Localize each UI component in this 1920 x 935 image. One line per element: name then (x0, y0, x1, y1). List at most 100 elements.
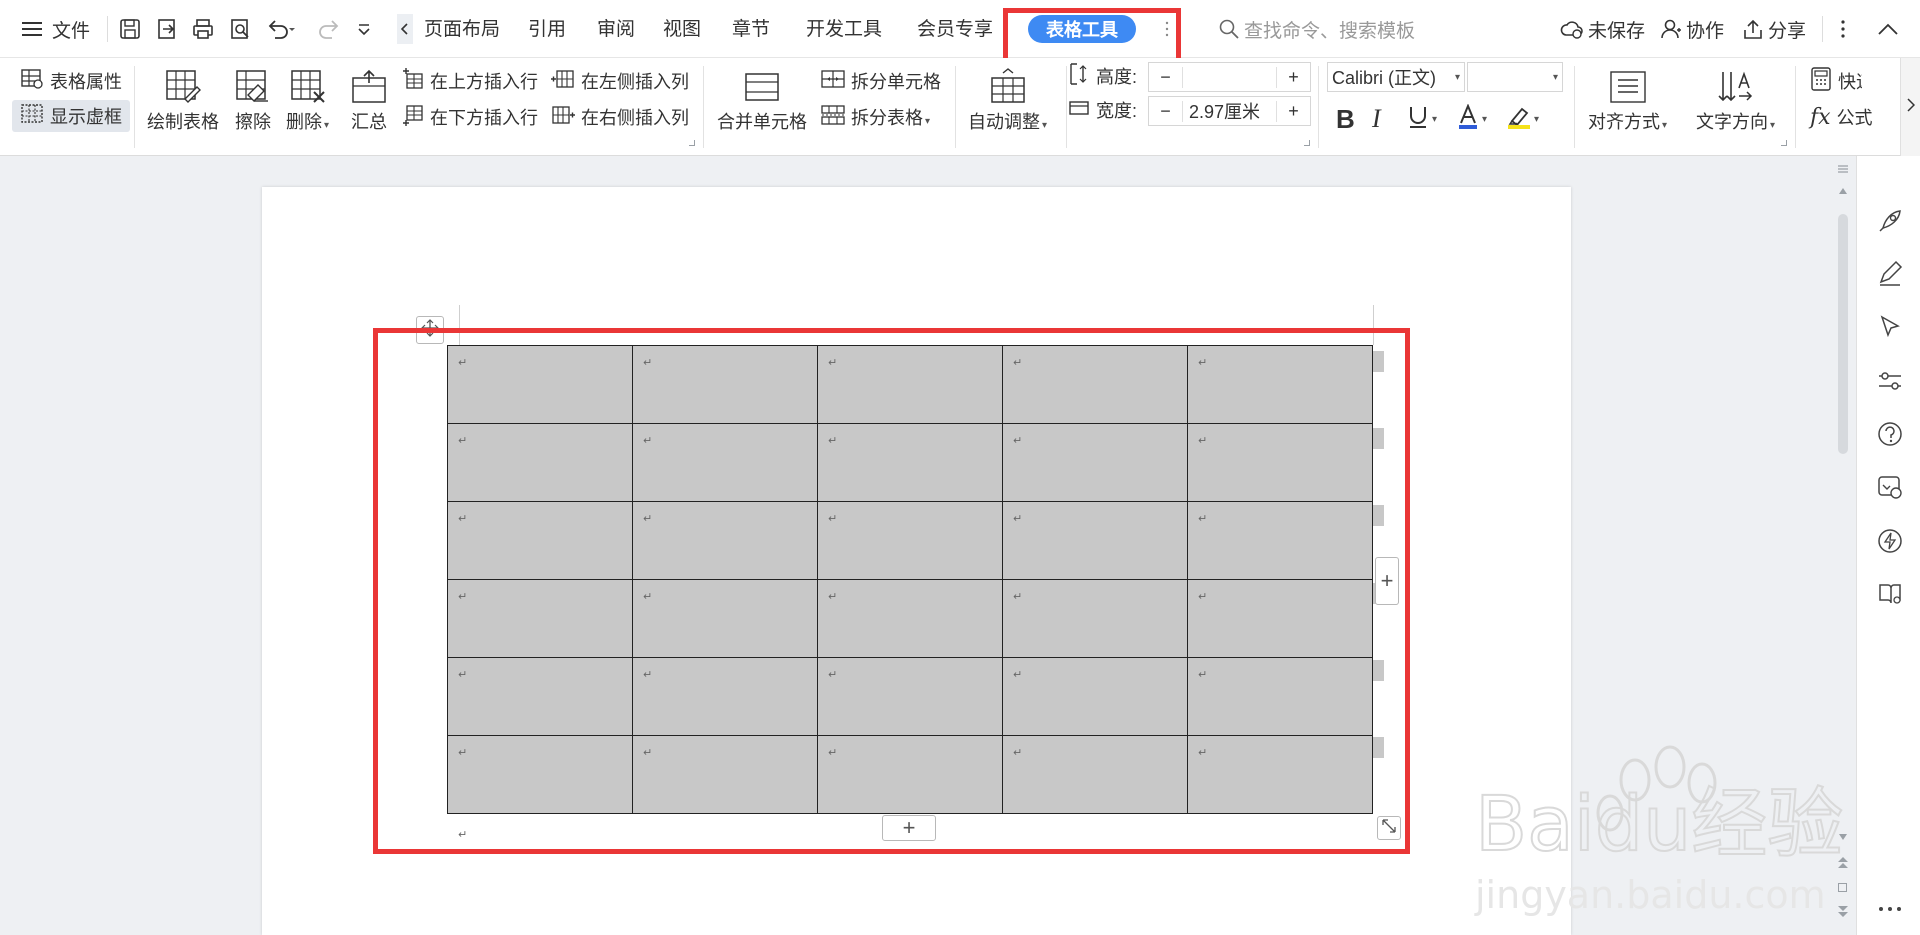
lightning-icon[interactable] (1877, 528, 1903, 554)
tab-developer[interactable]: 开发工具 (806, 14, 882, 41)
delete-button[interactable]: 删除 ▾ (286, 64, 329, 134)
font-color-button[interactable]: ▾ (1456, 102, 1487, 136)
split-table-button[interactable]: 拆分表格 ▾ (821, 102, 930, 132)
bold-button[interactable]: B (1336, 102, 1355, 136)
table-cell[interactable]: ↵ (1187, 501, 1373, 580)
text-direction-button[interactable]: 文字方向 ▾ (1696, 64, 1775, 134)
document-table[interactable]: ↵ ↵ ↵ ↵ ↵ ↵ ↵ ↵ ↵ ↵ ↵ ↵ ↵ ↵ ↵ ↵ ↵ ↵ ↵ ↵ ↵ ↵ ↵ ↵ ↵ ↵ ↵ ↵ ↵ ↵ (447, 345, 1373, 814)
split-cells-button[interactable]: 拆分单元格 (821, 66, 941, 96)
vertical-scrollbar[interactable] (1830, 156, 1856, 935)
table-cell[interactable]: ↵ (1187, 579, 1373, 658)
table-cell[interactable]: ↵ (632, 735, 818, 814)
font-size-select[interactable]: ▾ (1467, 62, 1563, 92)
scroll-thumb[interactable] (1838, 214, 1848, 454)
next-page-icon[interactable] (1837, 904, 1849, 923)
search-box[interactable]: 查找命令、搜索模板 (1218, 11, 1415, 47)
scroll-top-icon[interactable] (1837, 162, 1849, 180)
table-cell[interactable]: ↵ (1002, 657, 1188, 736)
collapse-ribbon-button[interactable] (1877, 11, 1899, 47)
italic-button[interactable]: I (1372, 102, 1381, 136)
export-button[interactable] (155, 11, 179, 47)
table-cell[interactable]: ↵ (817, 423, 1003, 502)
unsaved-button[interactable]: 未保存 (1560, 11, 1645, 47)
select-browse-object-icon[interactable] (1838, 883, 1847, 892)
rocket-icon[interactable] (1877, 208, 1903, 234)
tab-page-layout[interactable]: 页面布局 (424, 14, 500, 41)
table-cell[interactable]: ↵ (447, 735, 633, 814)
group-dialog-launcher[interactable] (689, 140, 695, 146)
table-cell[interactable]: ↵ (632, 423, 818, 502)
tab-member[interactable]: 会员专享 (917, 14, 993, 41)
quick-access-dropdown[interactable] (356, 11, 372, 47)
redo-button[interactable] (318, 11, 342, 47)
tab-references[interactable]: 引用 (528, 14, 566, 41)
table-cell[interactable]: ↵ (817, 657, 1003, 736)
table-cell[interactable]: ↵ (447, 423, 633, 502)
tabs-scroll-left-button[interactable] (397, 14, 413, 44)
table-cell[interactable]: ↵ (447, 657, 633, 736)
tab-review[interactable]: 审阅 (597, 14, 635, 41)
book-icon[interactable] (1877, 581, 1903, 607)
pen-icon[interactable] (1877, 260, 1903, 286)
table-cell[interactable]: ↵ (1002, 579, 1188, 658)
table-cell[interactable]: ↵ (447, 345, 633, 424)
table-cell[interactable]: ↵ (632, 501, 818, 580)
table-cell[interactable]: ↵ (632, 657, 818, 736)
table-cell[interactable]: ↵ (1187, 423, 1373, 502)
table-cell[interactable]: ↵ (1187, 657, 1373, 736)
image-tools-icon[interactable] (1877, 474, 1903, 500)
grip-icon[interactable] (1164, 20, 1170, 38)
add-row-button[interactable]: + (882, 815, 936, 841)
group-dialog-launcher[interactable] (1304, 140, 1310, 146)
table-move-handle[interactable] (416, 316, 444, 344)
table-cell[interactable]: ↵ (1002, 423, 1188, 502)
table-cell[interactable]: ↵ (817, 579, 1003, 658)
underline-button[interactable]: ▾ (1406, 102, 1437, 136)
merge-cells-button[interactable]: 合并单元格 (717, 64, 807, 134)
print-preview-button[interactable] (228, 11, 252, 47)
row-height-increment[interactable]: + (1276, 66, 1310, 88)
share-button[interactable]: 分享 (1742, 11, 1806, 47)
tab-sections[interactable]: 章节 (732, 14, 770, 41)
cursor-icon[interactable] (1877, 314, 1903, 340)
auto-adjust-button[interactable]: 自动调整 ▾ (968, 64, 1047, 134)
column-width-value[interactable]: 2.97厘米 (1183, 98, 1276, 124)
column-width-stepper[interactable]: − 2.97厘米 + (1148, 96, 1311, 126)
tab-view[interactable]: 视图 (663, 14, 701, 41)
group-dialog-launcher[interactable] (1781, 140, 1787, 146)
more-horizontal-icon[interactable] (1877, 896, 1903, 922)
save-button[interactable] (118, 11, 142, 47)
table-cell[interactable]: ↵ (1002, 735, 1188, 814)
print-button[interactable] (191, 11, 215, 47)
column-width-decrement[interactable]: − (1149, 100, 1183, 122)
summary-button[interactable]: 汇总 (350, 64, 388, 134)
column-width-increment[interactable]: + (1276, 100, 1310, 122)
add-column-button[interactable]: + (1375, 557, 1399, 605)
previous-page-icon[interactable] (1837, 856, 1849, 875)
undo-button[interactable] (265, 11, 295, 47)
insert-row-below-button[interactable]: 在下方插入行 (402, 102, 538, 132)
row-height-decrement[interactable]: − (1149, 66, 1183, 88)
help-icon[interactable] (1877, 421, 1903, 447)
align-button[interactable]: 对齐方式 ▾ (1588, 64, 1667, 134)
sliders-icon[interactable] (1877, 368, 1903, 394)
insert-column-right-button[interactable]: 在右侧插入列 (551, 102, 689, 132)
table-cell[interactable]: ↵ (1002, 501, 1188, 580)
table-resize-handle[interactable] (1377, 816, 1401, 840)
erase-button[interactable]: 擦除 (234, 64, 272, 134)
table-properties-button[interactable]: 表格属性 (16, 66, 126, 96)
font-name-select[interactable]: Calibri (正文) ▾ (1327, 62, 1465, 92)
table-cell[interactable]: ↵ (447, 579, 633, 658)
more-options-button[interactable] (1840, 11, 1846, 47)
table-cell[interactable]: ↵ (817, 501, 1003, 580)
table-cell[interactable]: ↵ (632, 345, 818, 424)
highlight-color-button[interactable]: ▾ (1506, 102, 1539, 136)
formula-button[interactable]: fx 公式 (1810, 102, 1873, 132)
show-gridlines-toggle[interactable]: 显示虚框 (12, 100, 130, 132)
tab-table-tools[interactable]: 表格工具 (1028, 15, 1136, 43)
file-menu-button[interactable]: 文件 (22, 11, 90, 47)
table-cell[interactable]: ↵ (632, 579, 818, 658)
row-height-stepper[interactable]: − + (1148, 62, 1311, 92)
table-cell[interactable]: ↵ (1187, 735, 1373, 814)
table-cell[interactable]: ↵ (1002, 345, 1188, 424)
